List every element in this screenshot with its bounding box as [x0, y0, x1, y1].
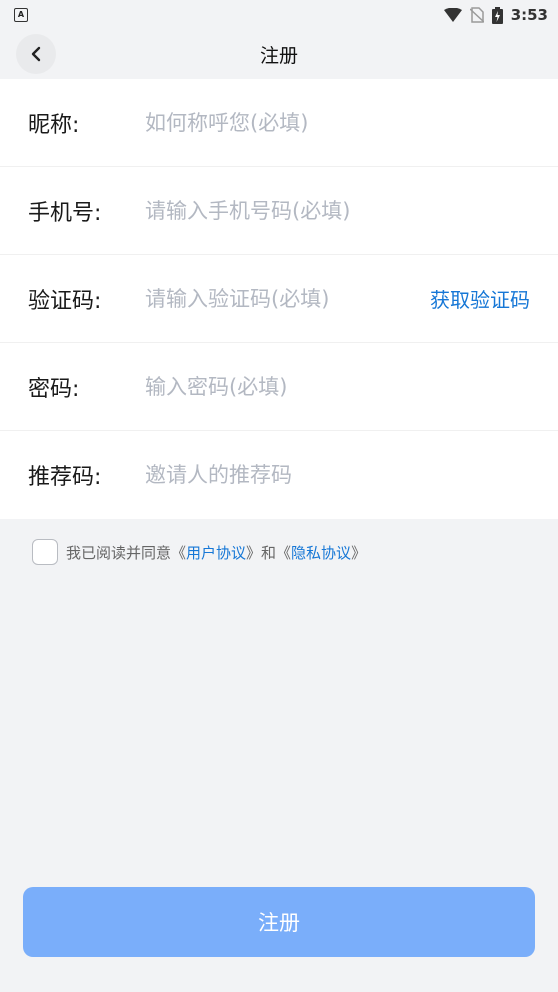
status-icons: 3:53 — [443, 6, 548, 24]
privacy-agreement-link[interactable]: 隐私协议 — [291, 544, 351, 562]
password-row: 密码: — [0, 343, 558, 431]
get-code-button[interactable]: 获取验证码 — [430, 284, 530, 313]
registration-form: 昵称: 手机号: 验证码: 获取验证码 密码: 推荐码: — [0, 79, 558, 519]
agreement-suffix: 》 — [351, 543, 367, 562]
page-title: 注册 — [259, 44, 298, 67]
battery-charging-icon — [491, 6, 503, 24]
phone-label: 手机号: — [28, 200, 102, 226]
back-chevron-icon — [31, 46, 41, 62]
agreement-middle: 》和《 — [246, 543, 292, 562]
password-input[interactable] — [145, 374, 530, 399]
wifi-icon — [443, 8, 462, 22]
nickname-row: 昵称: — [0, 79, 558, 167]
agreement: 我已阅读并同意《用户协议》和《隐私协议》 — [32, 539, 366, 565]
verification-code-input[interactable] — [145, 286, 430, 311]
user-agreement-link[interactable]: 用户协议 — [186, 544, 246, 562]
no-sim-icon — [469, 7, 484, 23]
header: 注册 — [0, 30, 558, 78]
nickname-label: 昵称: — [28, 112, 80, 138]
verification-code-row: 验证码: 获取验证码 — [0, 255, 558, 343]
register-button[interactable]: 注册 — [23, 887, 535, 957]
agreement-text: 我已阅读并同意《用户协议》和《隐私协议》 — [66, 542, 366, 563]
status-time: 3:53 — [510, 6, 548, 24]
notification-icon: A — [14, 8, 28, 22]
agreement-checkbox[interactable] — [32, 539, 58, 565]
register-button-label: 注册 — [258, 911, 300, 935]
referral-code-row: 推荐码: — [0, 431, 558, 519]
nickname-input[interactable] — [145, 110, 530, 135]
verification-code-label: 验证码: — [28, 288, 102, 314]
agreement-prefix: 我已阅读并同意《 — [66, 543, 187, 562]
phone-input[interactable] — [145, 198, 530, 223]
password-label: 密码: — [28, 376, 80, 402]
referral-code-input[interactable] — [145, 463, 530, 487]
status-bar: A 3:53 — [0, 0, 558, 30]
back-button[interactable] — [16, 34, 56, 74]
phone-row: 手机号: — [0, 167, 558, 255]
referral-code-label: 推荐码: — [28, 465, 102, 490]
